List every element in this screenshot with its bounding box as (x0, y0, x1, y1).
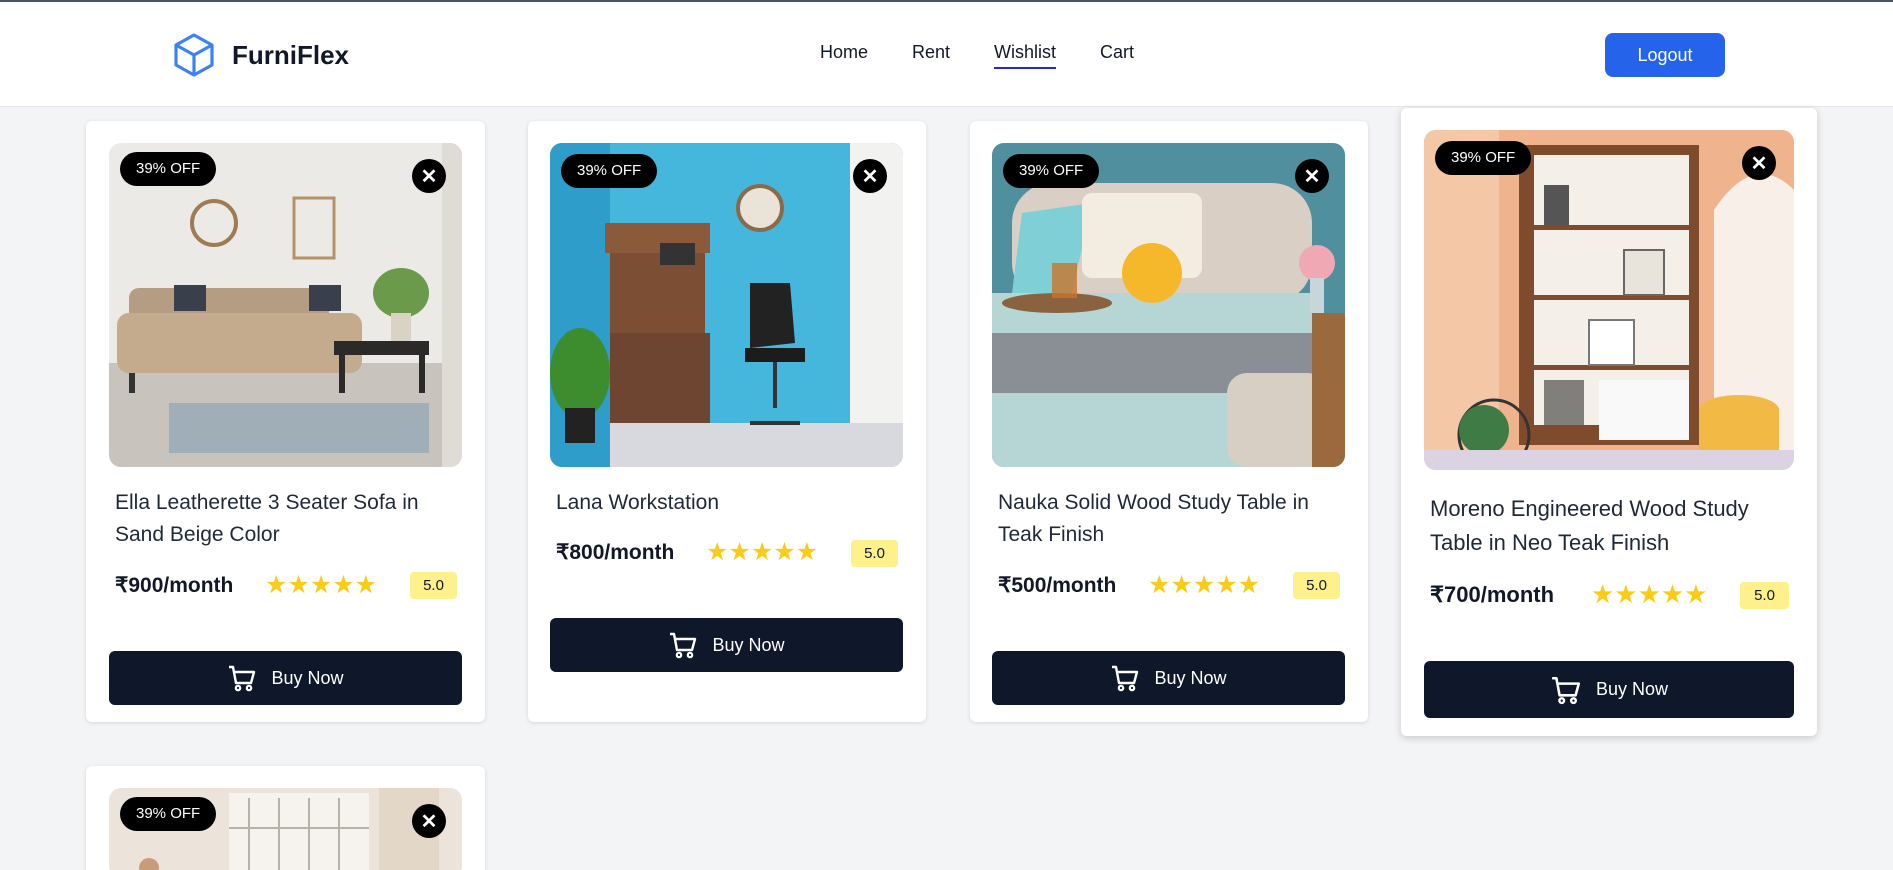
product-card: 39% OFF ✕ Nauka Solid Wood Study Table i… (970, 121, 1368, 722)
remove-from-wishlist-button[interactable]: ✕ (412, 159, 446, 193)
remove-from-wishlist-button[interactable]: ✕ (1742, 146, 1776, 180)
nav-rent[interactable]: Rent (912, 42, 950, 69)
product-image[interactable] (992, 143, 1345, 467)
remove-from-wishlist-button[interactable]: ✕ (412, 804, 446, 838)
product-price: ₹800/month (556, 541, 675, 564)
star-rating: ★★★★★ (1591, 579, 1708, 609)
nav-wishlist[interactable]: Wishlist (994, 42, 1057, 69)
logout-button[interactable]: Logout (1605, 33, 1725, 77)
product-image[interactable] (109, 143, 462, 467)
discount-badge: 39% OFF (120, 797, 217, 831)
discount-badge: 39% OFF (120, 152, 217, 186)
buy-now-label: Buy Now (271, 667, 344, 688)
rating-badge: 5.0 (1293, 572, 1340, 599)
cart-icon (1112, 665, 1139, 692)
product-card: 39% OFF ✕ Lana Workstation ₹800/month ★★… (528, 121, 926, 722)
cart-icon (670, 632, 697, 659)
remove-from-wishlist-button[interactable]: ✕ (1295, 159, 1329, 193)
star-rating: ★★★★★ (706, 538, 819, 566)
buy-now-button[interactable]: Buy Now (992, 651, 1345, 705)
product-title: Nauka Solid Wood Study Table in Teak Fin… (998, 491, 1309, 546)
buy-now-label: Buy Now (1595, 679, 1669, 699)
product-price: ₹500/month (998, 574, 1117, 597)
product-title: Lana Workstation (556, 491, 720, 514)
cart-icon (1552, 676, 1581, 704)
buy-now-label: Buy Now (712, 634, 785, 655)
product-title: Ella Leatherette 3 Seater Sofa in Sand B… (115, 491, 419, 546)
remove-from-wishlist-button[interactable]: ✕ (853, 159, 887, 193)
cart-icon (229, 665, 256, 692)
product-card: 39% OFF ✕ Ella Leatherette 3 Seater Sofa… (86, 121, 485, 722)
rating-badge: 5.0 (1740, 582, 1789, 609)
product-image[interactable] (550, 143, 903, 467)
rating-badge: 5.0 (410, 572, 457, 599)
brand[interactable]: FurniFlex (172, 32, 349, 78)
product-card: 39% OFF ✕ (86, 766, 485, 870)
rating-badge: 5.0 (851, 540, 898, 567)
buy-now-button[interactable]: Buy Now (550, 618, 903, 672)
discount-badge: 39% OFF (1003, 154, 1100, 188)
star-rating: ★★★★★ (1148, 571, 1261, 599)
cube-icon (174, 33, 214, 77)
buy-now-button[interactable]: Buy Now (109, 651, 462, 705)
buy-now-button[interactable]: Buy Now (1424, 661, 1794, 718)
buy-now-label: Buy Now (1154, 667, 1227, 688)
brand-name: FurniFlex (232, 39, 350, 70)
star-rating: ★★★★★ (265, 571, 378, 599)
product-image[interactable] (1424, 130, 1794, 470)
product-price: ₹900/month (115, 574, 234, 597)
product-title: Moreno Engineered Wood Study Table in Ne… (1430, 496, 1749, 555)
product-price: ₹700/month (1430, 582, 1555, 607)
discount-badge: 39% OFF (1435, 141, 1532, 175)
navbar: FurniFlex Home Rent Wishlist Cart Logout (0, 2, 1893, 107)
discount-badge: 39% OFF (561, 154, 658, 188)
nav-cart[interactable]: Cart (1100, 42, 1134, 69)
nav-home[interactable]: Home (820, 42, 868, 69)
product-card: 39% OFF ✕ Moreno Engineered Wood Study T… (1401, 108, 1817, 736)
main-nav: Home Rent Wishlist Cart (820, 42, 1134, 69)
